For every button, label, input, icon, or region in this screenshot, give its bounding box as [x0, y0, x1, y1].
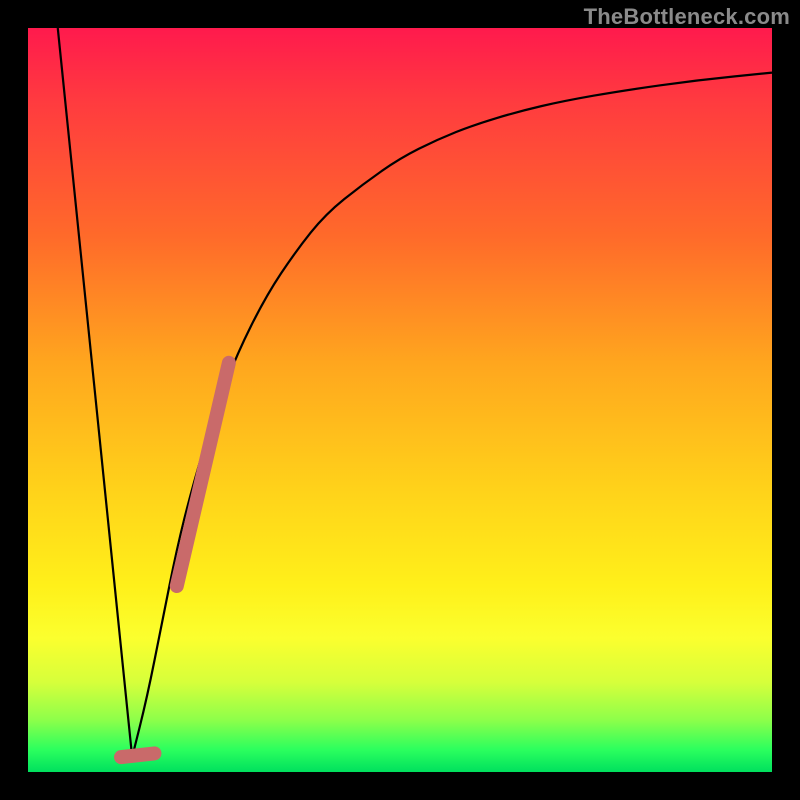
- plot-area: [28, 28, 772, 772]
- slope-marker: [177, 363, 229, 586]
- chart-svg: [28, 28, 772, 772]
- flat-marker: [121, 753, 154, 757]
- chart-frame: TheBottleneck.com: [0, 0, 800, 800]
- curve-left: [58, 28, 132, 757]
- watermark-text: TheBottleneck.com: [584, 4, 790, 30]
- curve-right: [132, 73, 772, 757]
